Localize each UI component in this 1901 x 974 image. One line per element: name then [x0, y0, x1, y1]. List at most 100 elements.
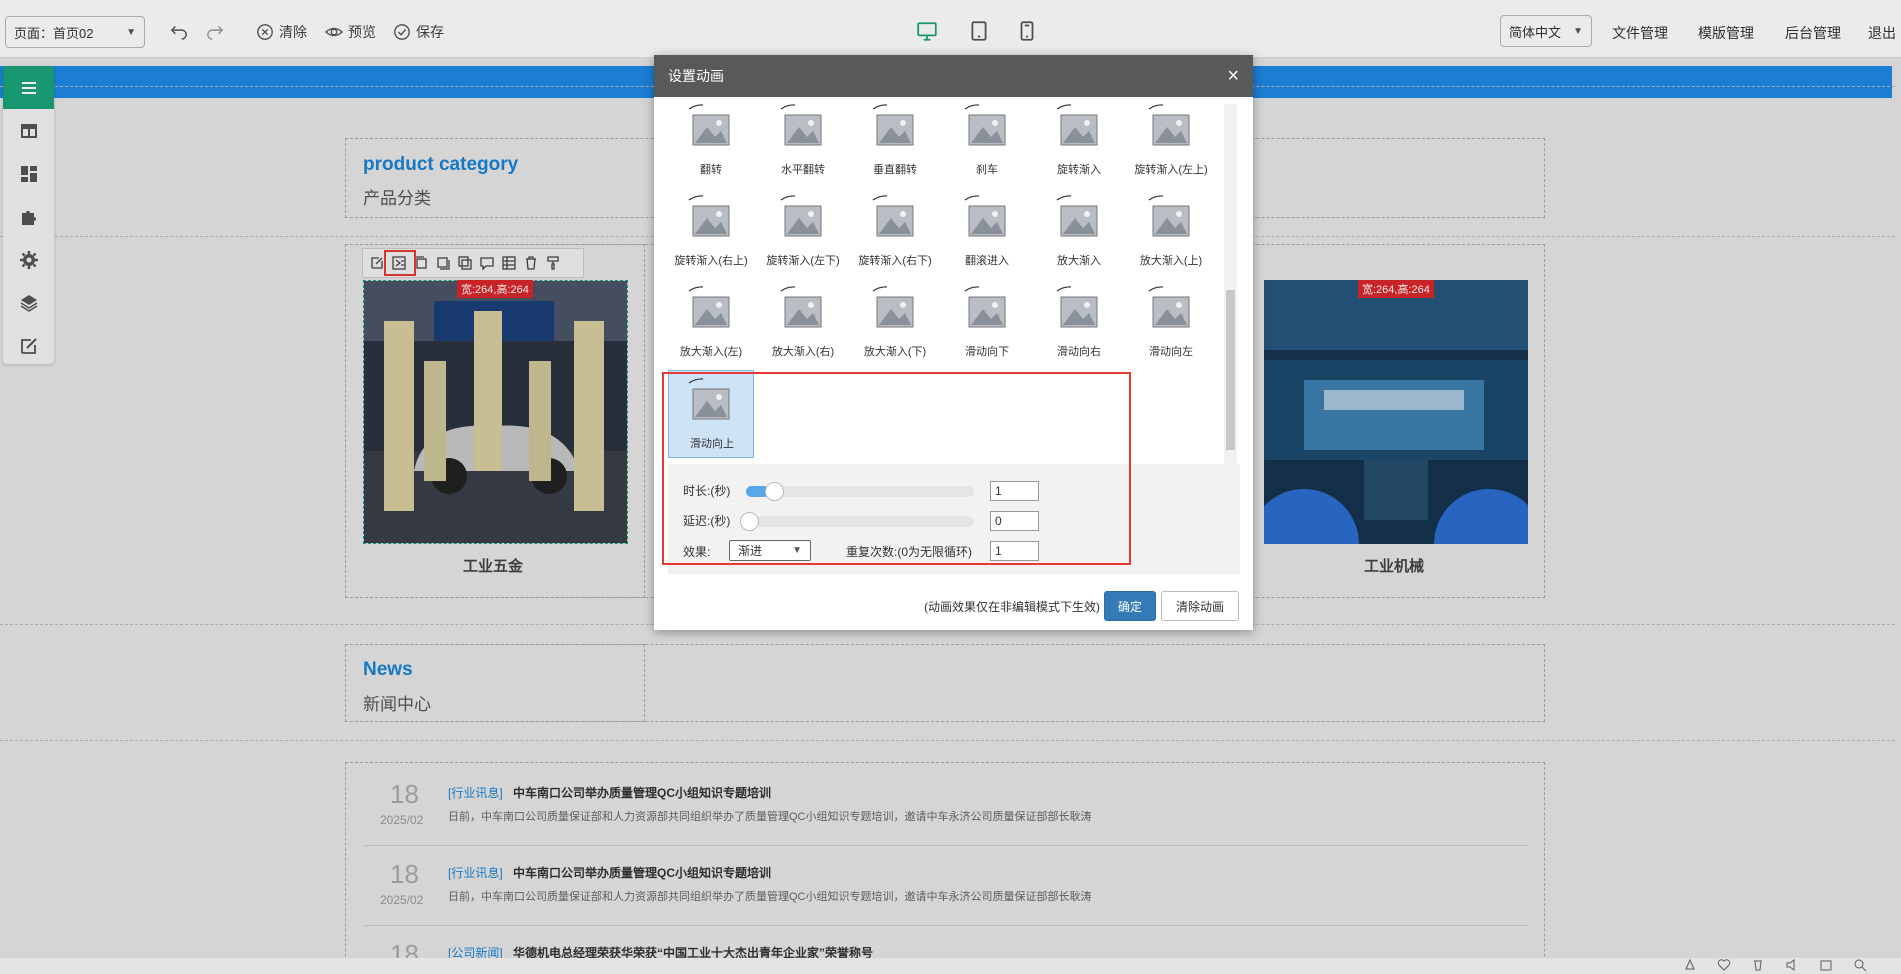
sidebar-item-settings[interactable] — [3, 238, 54, 281]
layout-icon — [20, 123, 37, 138]
format-painter-icon[interactable] — [545, 255, 561, 271]
speaker-icon[interactable] — [1785, 958, 1799, 972]
image-animation-icon — [1148, 104, 1190, 146]
template-manager-link[interactable]: 模版管理 — [1698, 23, 1754, 43]
file-manager-link[interactable]: 文件管理 — [1612, 23, 1668, 43]
comment-icon[interactable] — [479, 255, 495, 271]
animation-note: (动画效果仅在非编辑模式下生效) — [924, 600, 1100, 614]
close-icon[interactable]: × — [1227, 65, 1239, 88]
news-tag[interactable]: [行业讯息] — [448, 864, 503, 881]
animation-option[interactable]: 旋转渐入(右下) — [852, 188, 938, 276]
redo-button[interactable] — [206, 22, 224, 40]
sidebar-item-edit[interactable] — [3, 324, 54, 367]
clear-animation-button[interactable]: 清除动画 — [1161, 591, 1239, 621]
logout-link[interactable]: 退出 — [1868, 23, 1896, 43]
animation-option-label: 滑动向下 — [965, 346, 1009, 358]
news-title[interactable]: 中车南口公司举办质量管理QC小组知识专题培训 — [513, 864, 771, 881]
animation-option[interactable]: 放大渐入 — [1036, 188, 1122, 276]
animation-option[interactable]: 翻滚进入 — [944, 188, 1030, 276]
puzzle-icon — [21, 210, 36, 225]
admin-link[interactable]: 后台管理 — [1785, 23, 1841, 43]
product-image-hardware[interactable] — [363, 280, 628, 544]
news-divider — [363, 845, 1528, 846]
image-animation-icon — [780, 104, 822, 146]
highlight-animation-button — [384, 250, 416, 276]
desktop-icon — [917, 22, 937, 41]
trash-icon[interactable] — [1751, 958, 1765, 972]
sidebar-item-layout[interactable] — [3, 109, 54, 152]
clear-button[interactable]: 清除 — [256, 22, 307, 42]
clear-label: 清除 — [279, 24, 307, 40]
sidebar-item-dashboard[interactable] — [3, 152, 54, 195]
animation-option[interactable]: 放大渐入(右) — [760, 279, 846, 367]
image-animation-icon — [964, 195, 1006, 237]
animation-option[interactable]: 滑动向下 — [944, 279, 1030, 367]
dialog-header: 设置动画 × — [654, 55, 1253, 97]
undo-icon — [170, 25, 187, 40]
animation-option-label: 刹车 — [976, 164, 998, 176]
animation-option[interactable]: 水平翻转 — [760, 97, 846, 185]
image-animation-icon — [780, 195, 822, 237]
animation-option[interactable]: 放大渐入(下) — [852, 279, 938, 367]
news-day: 18 — [390, 939, 419, 958]
page-select[interactable]: 页面：首页02 ▼ — [5, 16, 145, 48]
image-animation-icon — [872, 104, 914, 146]
image-animation-icon — [872, 286, 914, 328]
animation-option[interactable]: 放大渐入(左) — [668, 279, 754, 367]
news-title[interactable]: 中车南口公司举办质量管理QC小组知识专题培训 — [513, 784, 771, 801]
news-tag[interactable]: [公司新闻] — [448, 944, 503, 958]
save-button[interactable]: 保存 — [393, 22, 444, 42]
factory-robot-photo — [364, 281, 627, 543]
sidebar-item-plugins[interactable] — [3, 195, 54, 238]
machinery-photo — [1264, 280, 1528, 544]
table-icon[interactable] — [501, 255, 517, 271]
duplicate-icon[interactable] — [457, 255, 473, 271]
confirm-button[interactable]: 确定 — [1104, 591, 1156, 621]
animation-option-label: 放大渐入 — [1057, 255, 1101, 267]
language-select-value: 简体中文 — [1509, 24, 1562, 40]
animation-option-label: 旋转渐入 — [1057, 164, 1101, 176]
animation-option[interactable]: 旋转渐入 — [1036, 97, 1122, 185]
rocket-icon[interactable] — [1683, 958, 1697, 972]
animation-option[interactable]: 刹车 — [944, 97, 1030, 185]
animation-option[interactable]: 翻转 — [668, 97, 754, 185]
news-title-cn: 新闻中心 — [363, 695, 431, 714]
news-day: 18 — [390, 859, 419, 889]
news-tag[interactable]: [行业讯息] — [448, 784, 503, 801]
image-animation-icon — [1148, 195, 1190, 237]
animation-option[interactable]: 滑动向右 — [1036, 279, 1122, 367]
check-circle-icon — [394, 24, 410, 40]
sidebar-item-menu[interactable] — [3, 66, 54, 109]
product-image-machinery[interactable] — [1264, 280, 1528, 544]
undo-button[interactable] — [170, 22, 188, 40]
language-select[interactable]: 简体中文 ▼ — [1500, 15, 1592, 47]
paste-style-icon[interactable] — [435, 255, 451, 271]
animation-option[interactable]: 放大渐入(上) — [1128, 188, 1214, 276]
animation-option-label: 旋转渐入(右下) — [858, 255, 932, 267]
edit-icon[interactable] — [369, 255, 385, 271]
left-sidebar — [3, 66, 54, 364]
trash-icon[interactable] — [523, 255, 539, 271]
animation-option-label: 放大渐入(下) — [863, 346, 927, 358]
preview-button[interactable]: 预览 — [325, 22, 376, 42]
device-mobile-button[interactable] — [1016, 20, 1038, 42]
sidebar-item-layers[interactable] — [3, 281, 54, 324]
animation-option-label: 放大渐入(上) — [1139, 255, 1203, 267]
device-tablet-button[interactable] — [968, 20, 990, 42]
animation-option-label: 滑动向左 — [1149, 346, 1193, 358]
window-icon[interactable] — [1819, 958, 1833, 972]
animation-option[interactable]: 滑动向左 — [1128, 279, 1214, 367]
animation-scrollbar-thumb[interactable] — [1226, 290, 1235, 450]
heart-icon[interactable] — [1717, 958, 1731, 972]
category-title-cn: 产品分类 — [363, 189, 431, 208]
animation-option[interactable]: 垂直翻转 — [852, 97, 938, 185]
device-desktop-button[interactable] — [916, 20, 938, 42]
category-title-en: product category — [363, 154, 519, 175]
search-icon[interactable] — [1853, 958, 1867, 972]
news-year: 2025/02 — [380, 893, 424, 907]
news-title[interactable]: 华德机电总经理荣获华荣获“中国工业十大杰出青年企业家”荣誉称号 — [513, 944, 873, 958]
animation-option[interactable]: 旋转渐入(左下) — [760, 188, 846, 276]
image-animation-icon — [688, 286, 730, 328]
animation-option[interactable]: 旋转渐入(左上) — [1128, 97, 1214, 185]
animation-option[interactable]: 旋转渐入(右上) — [668, 188, 754, 276]
